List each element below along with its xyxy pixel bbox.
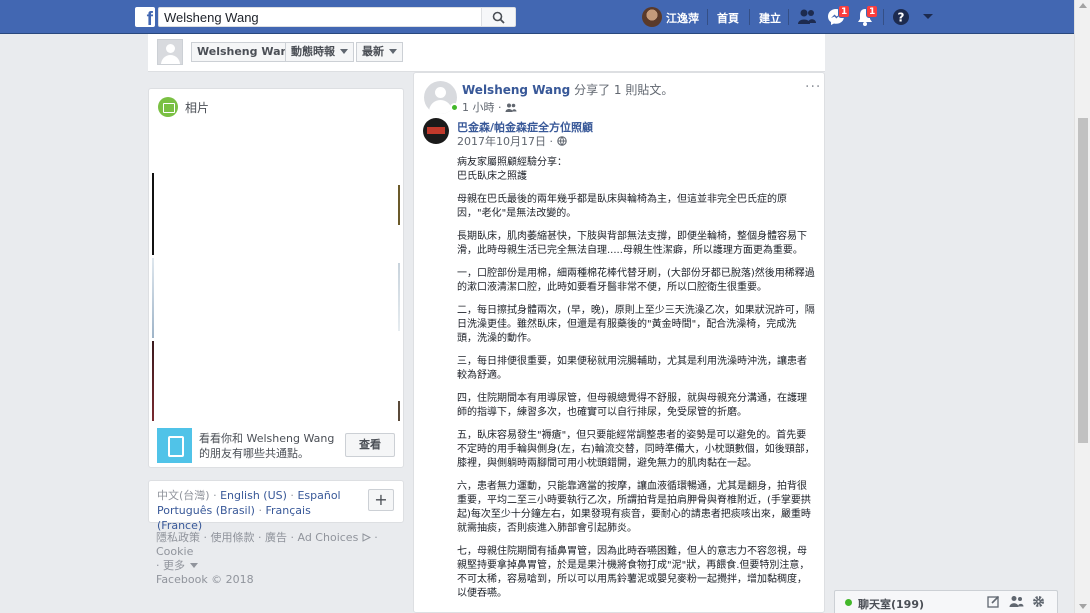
chat-label: 聊天室(199) [858,598,925,611]
post-paragraph: 五，臥床容易發生"褥瘡"，但只要能經常調整患者的姿勢是可以避免的。首先要不定時的… [457,430,815,469]
post-paragraph: 二，每日擦拭身體兩次，(早，晚)，原則上至少三天洗澡乙次，如果狀況許可，隔日洗澡… [457,305,815,344]
facebook-logo[interactable]: f [135,7,155,29]
messages-badge: 1 [838,5,851,18]
footer-links: 隱私政策 · 使用條款 · 廣告 · Ad Choices · Cookie ·… [156,531,378,586]
footer-link[interactable]: Ad Choices [298,531,359,544]
post-action-text: 分享了 1 則貼文。 [574,83,674,97]
footer-link[interactable]: 使用條款 [211,531,255,544]
post-paragraph: 四，住院期間本有用導尿管，但母親總覺得不舒服，就與母親充分溝通，在護理師的指導下… [457,393,807,418]
post-header: Welsheng Wang 分享了 1 則貼文。 [462,81,673,98]
recent-dropdown-label: 最新 [362,45,384,58]
chat-sidebar-bar[interactable]: 聊天室(199) [834,590,1058,613]
scroll-down-arrow-icon[interactable] [1079,604,1087,609]
more-languages-button[interactable]: + [368,489,394,511]
chat-settings-gear-icon[interactable] [1032,595,1045,608]
language-list: 中文(台灣) · English (US) · Español Portuguê… [157,488,357,533]
photos-grid[interactable] [149,133,403,423]
photos-card: 相片 看看你和 Welsheng Wang 的朋友有哪些共通點。 查看 [148,88,404,468]
post-options-menu[interactable]: ··· [805,79,821,95]
mutual-friends-text: 看看你和 Welsheng Wang 的朋友有哪些共通點。 [199,431,339,461]
post-paragraph: 病友家屬照顧經驗分享： 巴氏臥床之照護 [457,157,567,182]
prompt-line: 的朋友有哪些共通點。 [199,447,309,460]
photo-edge [152,173,154,255]
post-paragraph: 一，口腔部份是用棉，細兩種棉花棒代替牙刷，(大部份牙都已脫落)然後用稀釋過的漱口… [457,268,815,293]
shared-page-avatar[interactable] [423,118,449,144]
language-link[interactable]: Português (Brasil) [157,504,255,517]
photo-edge [398,185,400,225]
footer-link[interactable]: 廣告 [265,531,287,544]
separator: · [549,135,557,148]
page-scrollbar[interactable] [1074,0,1090,613]
nav-divider [883,9,884,25]
language-selector-card: 中文(台灣) · English (US) · Español Portuguê… [148,480,404,532]
language-link[interactable]: Español [297,489,340,502]
recent-dropdown-button[interactable]: 最新 [356,42,403,62]
see-mutual-friends-button[interactable]: 查看 [345,433,395,457]
friends-audience-icon[interactable] [505,103,517,112]
public-globe-icon [556,136,567,146]
friend-requests-icon[interactable] [797,8,817,26]
post-card: Welsheng Wang 分享了 1 則貼文。 1 小時 · ··· 巴金森/… [413,72,825,613]
shared-post-date: 2017年10月17日 · [457,133,567,149]
post-body: 病友家屬照顧經驗分享： 巴氏臥床之照護 母親在巴氏最後的兩年幾乎都是臥床與輪椅為… [457,156,815,610]
svg-text:?: ? [898,11,905,25]
top-navigation-bar: f 江逸萍 首頁 建立 1 1 ? [0,0,1090,34]
phone-friends-icon [157,428,192,463]
photo-edge [398,401,400,421]
caret-down-icon [389,49,397,54]
profile-thumbnail[interactable] [157,39,183,65]
photos-title[interactable]: 相片 [185,99,209,116]
ad-choices-icon [362,533,371,542]
prompt-line: 看看你和 Welsheng Wang [199,432,335,445]
separator: · [254,504,266,517]
search-button[interactable] [482,7,516,27]
current-language: 中文(台灣) [157,489,210,502]
photos-icon [158,97,178,117]
nav-divider [707,9,708,25]
post-paragraph: 三，每日排便很重要，如果便秘就用浣腸輔助，尤其是利用洗澡時沖洗，讓患者較為舒適。 [457,356,807,381]
separator: · [498,101,505,114]
separator: · [286,489,298,502]
language-link[interactable]: English (US) [220,489,287,502]
create-link[interactable]: 建立 [759,10,781,26]
create-group-icon[interactable] [1009,595,1024,608]
notifications-badge: 1 [866,5,879,18]
post-timestamp[interactable]: 1 小時 [462,101,495,114]
post-paragraph: 七，母親住院期間有插鼻胃管，因為此時吞嚥困難，但人的意志力不容忽視，母親堅持要拿… [457,546,810,599]
timeline-dropdown-button[interactable]: 動態時報 [285,42,354,62]
author-name-link[interactable]: Welsheng Wang [462,83,570,97]
user-avatar[interactable] [642,7,662,27]
footer-link[interactable]: Cookie [156,545,193,558]
post-paragraph: 長期臥床，肌肉萎縮甚快，下肢與背部無法支撐，即便坐輪椅，整個身體容易下滑，此時母… [457,231,807,256]
footer-link[interactable]: 更多 [163,559,185,572]
user-name-link[interactable]: 江逸萍 [666,10,699,26]
online-status-dot [450,103,459,112]
search-icon [492,11,505,24]
separator: · [209,489,221,502]
timeline-dropdown-label: 動態時報 [291,45,335,58]
mutual-friends-prompt: 看看你和 Welsheng Wang 的朋友有哪些共通點。 查看 [157,427,397,465]
scrollbar-thumb[interactable] [1078,118,1088,443]
caret-down-icon [190,563,198,568]
online-status-dot [845,599,852,606]
new-message-icon[interactable] [987,595,1000,608]
copyright: Facebook © 2018 [156,573,254,586]
help-icon[interactable]: ? [892,8,910,26]
post-paragraph: 六，患者無力運動，只能靠適當的按摩，讓血液循環暢通，尤其是翻身，拍背很重要，平均… [457,481,811,534]
photo-edge [152,258,154,338]
search-input[interactable] [158,7,482,27]
scroll-up-arrow-icon[interactable] [1079,3,1087,8]
profile-sticky-header: Welsheng Wang 動態時報 最新 [148,34,825,72]
nav-divider [788,9,789,25]
account-menu-chevron-icon[interactable] [922,13,934,21]
caret-down-icon [340,49,348,54]
photo-edge [152,341,154,421]
photo-edge [398,263,400,331]
home-link[interactable]: 首頁 [717,10,739,26]
post-meta: 1 小時 · [462,99,517,115]
nav-divider [749,9,750,25]
post-paragraph: 母親在巴氏最後的兩年幾乎都是臥床與輪椅為主，但這並非完全巴氏症的原因，"老化"是… [457,194,787,219]
shared-post-timestamp[interactable]: 2017年10月17日 [457,135,546,148]
footer-link[interactable]: 隱私政策 [156,531,200,544]
